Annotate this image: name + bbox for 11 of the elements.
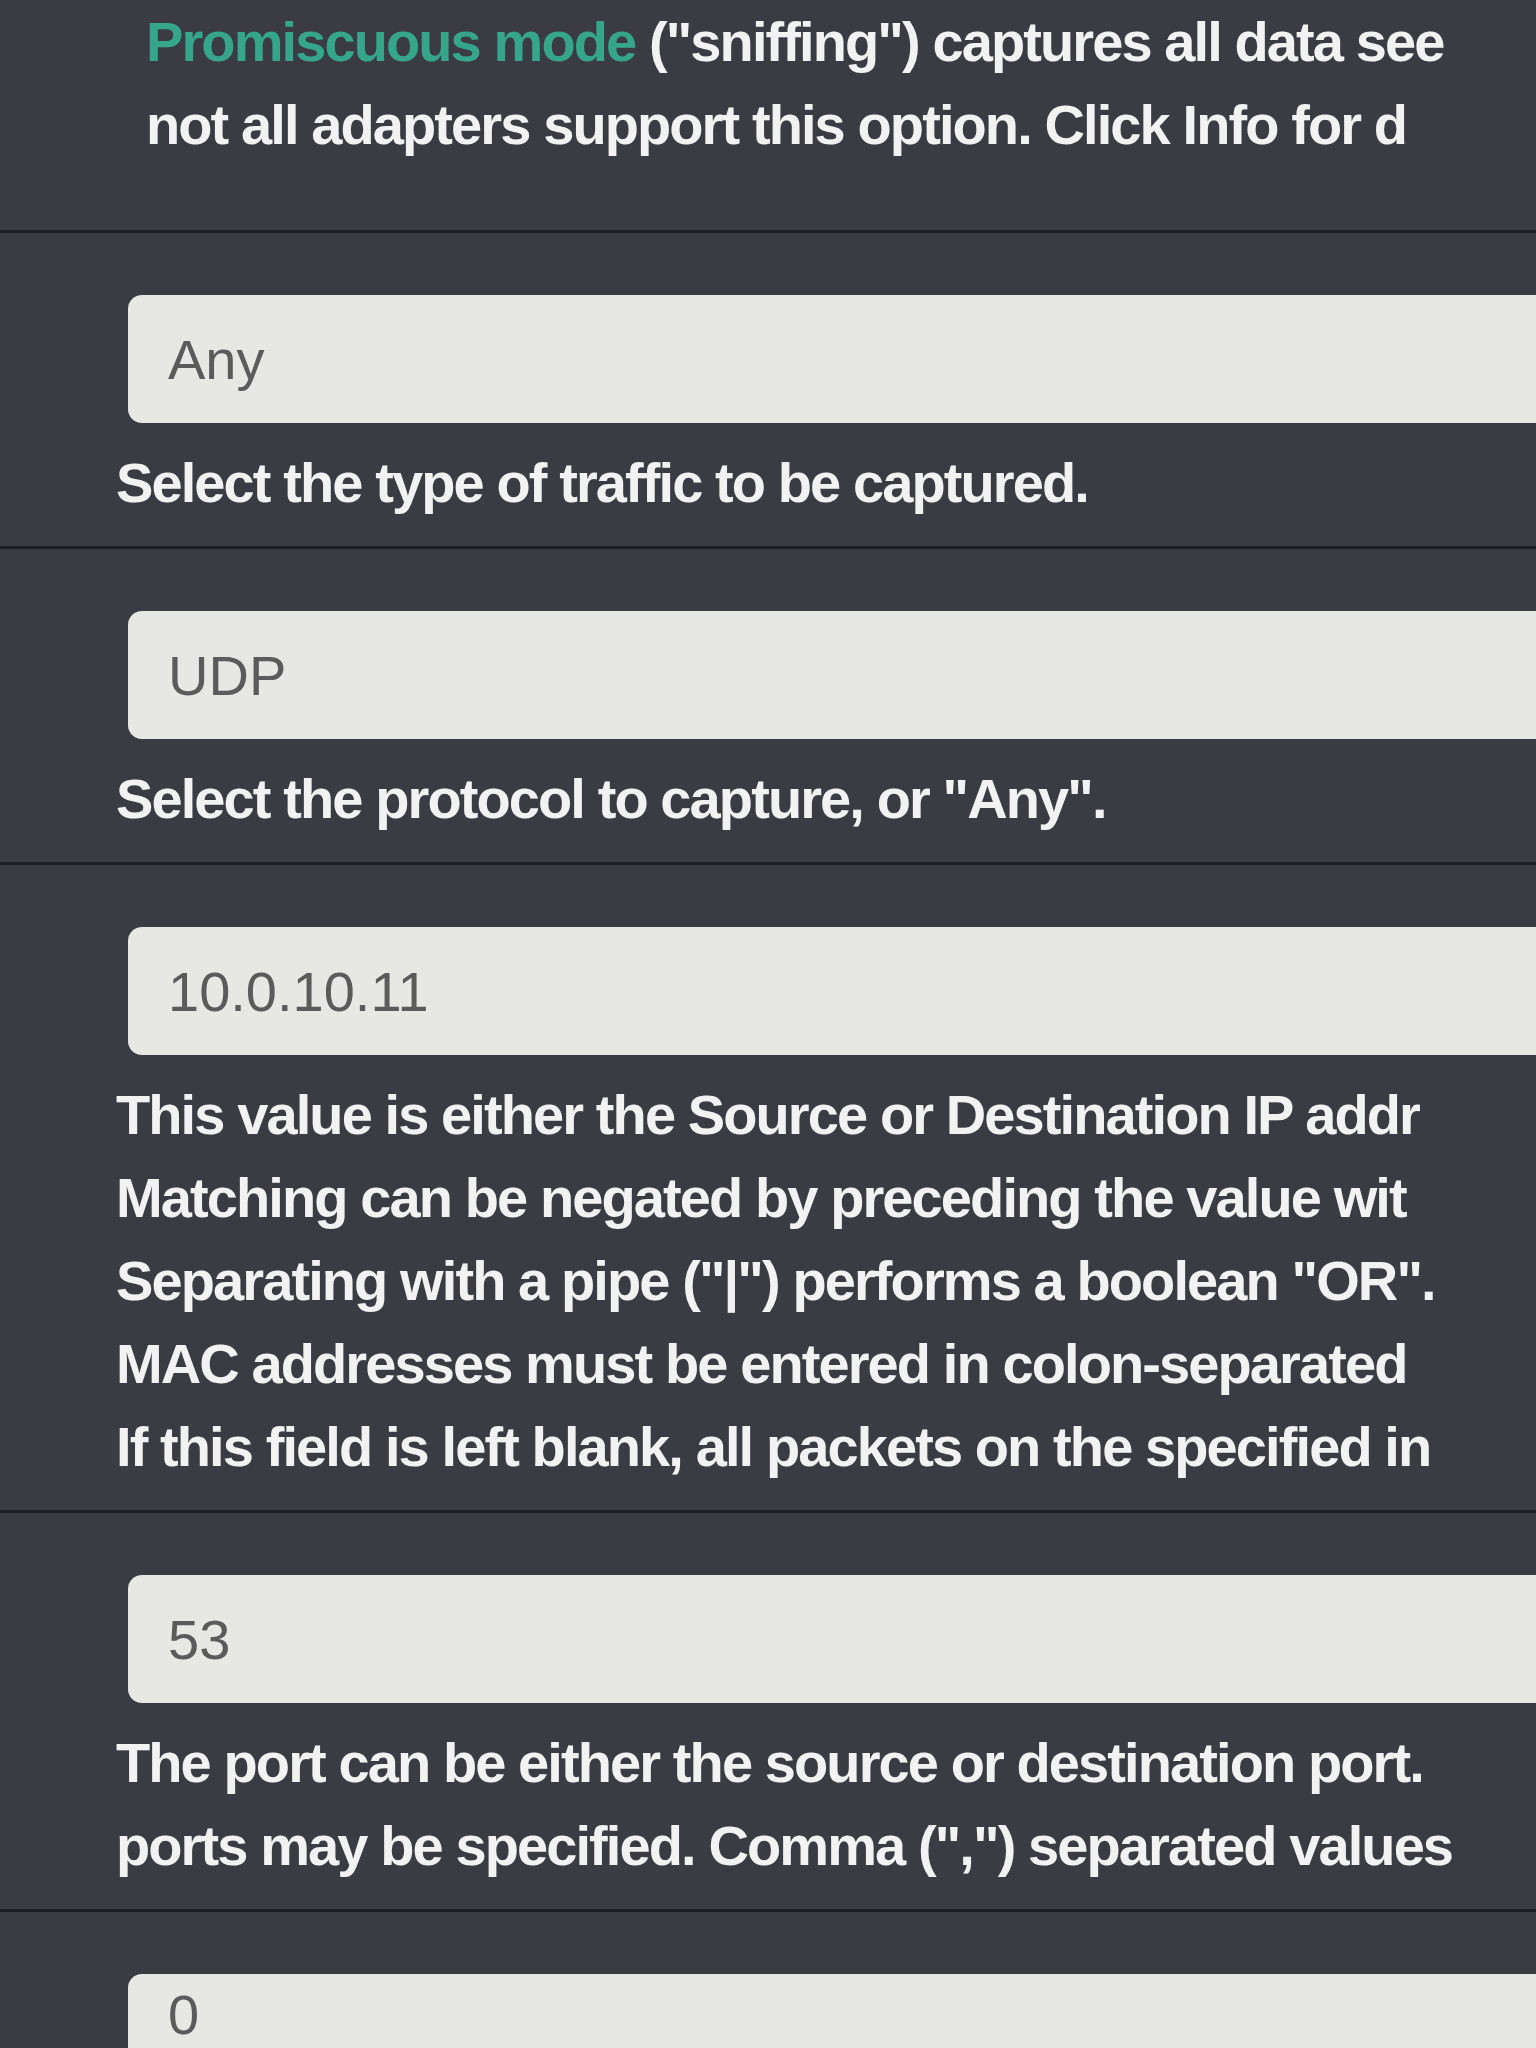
help-text: Select the type of traffic to be captured. — [116, 450, 1088, 516]
input-field[interactable]: 53 — [128, 1575, 1536, 1703]
help-text: This value is either the Source or Destination IP addr Matching can be negated by preceding the value wit Separating with a pipe ("|") performs a boolean "OR". MAC addresses must be entered in colon-separated If this field is left blank, all packets on the specified in — [116, 1082, 1435, 1480]
input-field[interactable]: Any — [128, 295, 1536, 423]
help-text: Promiscuous mode ("sniffing") captures all data see not all adapters support this option. Click Info for d — [146, 9, 1444, 158]
help-text: The port can be either the source or destination port. ports may be specified. Comma (",") separated values — [116, 1730, 1453, 1879]
help-text: Select the protocol to capture, or "Any". — [116, 766, 1106, 832]
input-field[interactable]: 0 — [128, 1974, 1536, 2048]
input-field[interactable]: UDP — [128, 611, 1536, 739]
input-field[interactable]: 10.0.10.11 — [128, 927, 1536, 1055]
help-link[interactable]: Promiscuous mode — [146, 10, 636, 73]
